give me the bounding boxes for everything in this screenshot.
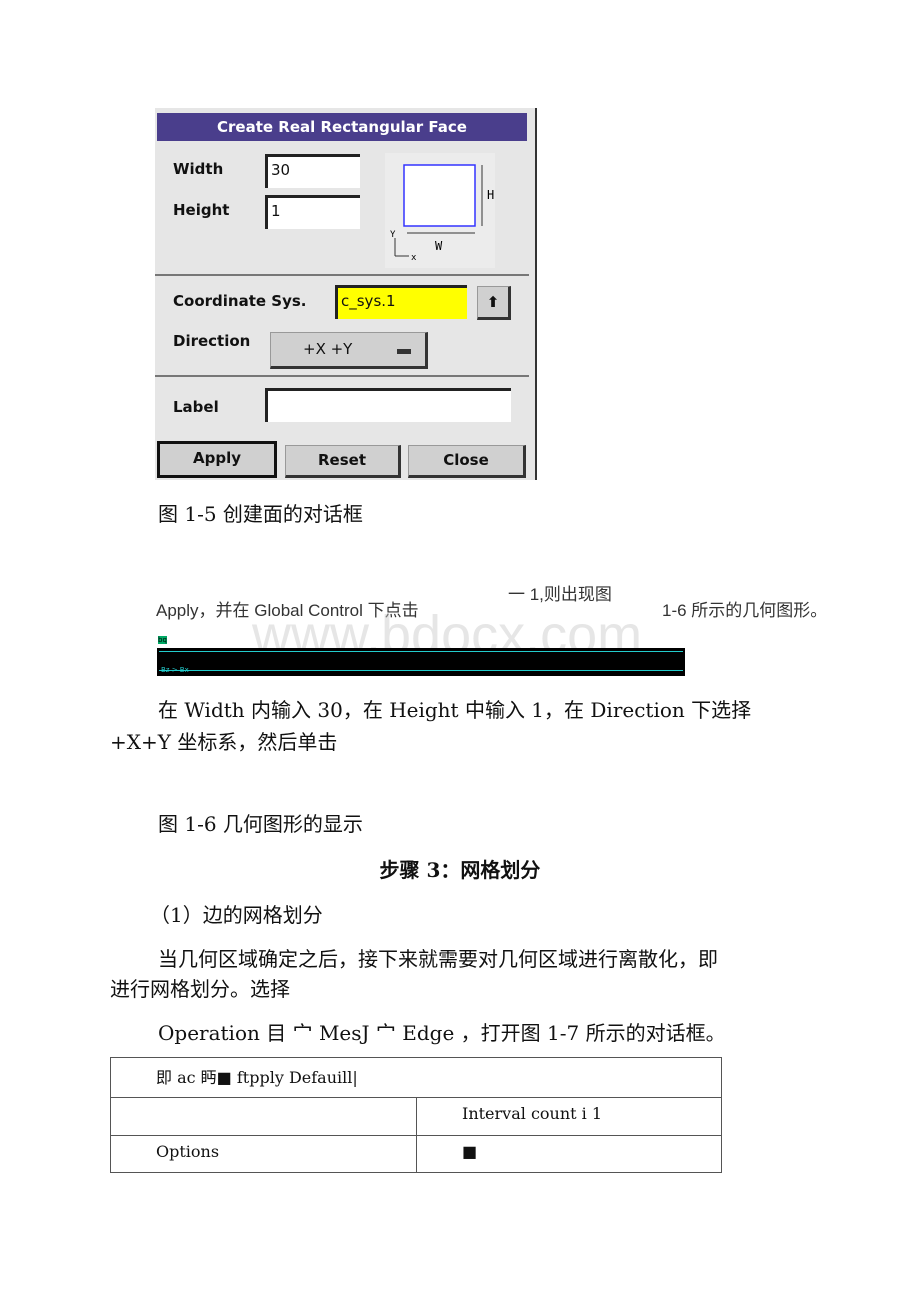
up-arrow-icon: ⬆ — [486, 293, 500, 311]
text-line: 一 1,则出现图 — [508, 585, 612, 604]
paragraph: 进行网格划分。选择 — [110, 977, 290, 1001]
table-cell: ■ — [416, 1135, 722, 1173]
divider — [155, 375, 529, 377]
coordinate-sys-label: Coordinate Sys. — [173, 292, 307, 310]
w-label: W — [435, 239, 443, 253]
axis-labels: Bz > Bx — [161, 666, 189, 674]
width-input[interactable]: 30 — [265, 154, 360, 188]
reset-button[interactable]: Reset — [285, 445, 401, 478]
document-page: Create Real Rectangular Face Width 30 He… — [0, 0, 920, 1302]
geometry-face — [159, 651, 683, 671]
direction-dropdown[interactable]: +X +Y — [270, 332, 428, 369]
create-face-dialog: Create Real Rectangular Face Width 30 He… — [155, 108, 537, 480]
dropdown-icon — [397, 349, 411, 354]
figure-caption: 图 1-5 创建面的对话框 — [158, 502, 363, 526]
apply-button[interactable]: Apply — [157, 441, 277, 478]
direction-value: +X +Y — [303, 340, 353, 358]
section-heading: 步骤 3：网格划分 — [379, 858, 541, 882]
text-line: 1-6 所示的几何图形。 — [662, 601, 828, 620]
table-row: Interval count i 1 — [110, 1097, 722, 1136]
geometry-display: Bz > Bx — [157, 648, 685, 676]
subheading: （1）边的网格划分 — [150, 903, 323, 927]
paragraph: Operation 目 宀 MesJ 宀 Edge ，打开图 1-7 所示的对话… — [158, 1021, 726, 1045]
pick-up-arrow-button[interactable]: ⬆ — [477, 286, 511, 320]
table-cell: Interval count i 1 — [416, 1097, 722, 1136]
label-label: Label — [173, 398, 219, 416]
width-label: Width — [173, 160, 224, 178]
paragraph: +X+Y 坐标系，然后单击 — [110, 730, 338, 754]
table-row: 即 ac 眄■ ftpply Defauill| — [110, 1057, 722, 1098]
y-axis-label: Y — [390, 230, 396, 240]
dialog-title: Create Real Rectangular Face — [157, 113, 527, 141]
table-cell — [110, 1097, 417, 1136]
table-cell: Options — [110, 1135, 417, 1173]
rectangle-preview-icon: H W Y x — [385, 153, 495, 268]
figure-caption: 图 1-6 几何图形的显示 — [158, 812, 363, 836]
divider — [155, 274, 529, 276]
table-cell: 即 ac 眄■ ftpply Defauill| — [110, 1057, 722, 1098]
close-button[interactable]: Close — [408, 445, 526, 478]
h-label: H — [487, 188, 494, 202]
paragraph: 在 Width 内输入 30，在 Height 中输入 1，在 Directio… — [158, 698, 752, 722]
x-axis-label: x — [411, 253, 417, 263]
direction-label: Direction — [173, 332, 251, 350]
coordinate-sys-input[interactable]: c_sys.1 — [335, 285, 467, 319]
options-table: 即 ac 眄■ ftpply Defauill| Interval count … — [110, 1057, 722, 1173]
geometry-tag: bq — [158, 636, 167, 644]
label-input[interactable] — [265, 388, 511, 422]
table-row: Options ■ — [110, 1135, 722, 1173]
paragraph: 当几何区域确定之后，接下来就需要对几何区域进行离散化，即 — [158, 947, 718, 971]
height-label: Height — [173, 201, 230, 219]
height-input[interactable]: 1 — [265, 195, 360, 229]
